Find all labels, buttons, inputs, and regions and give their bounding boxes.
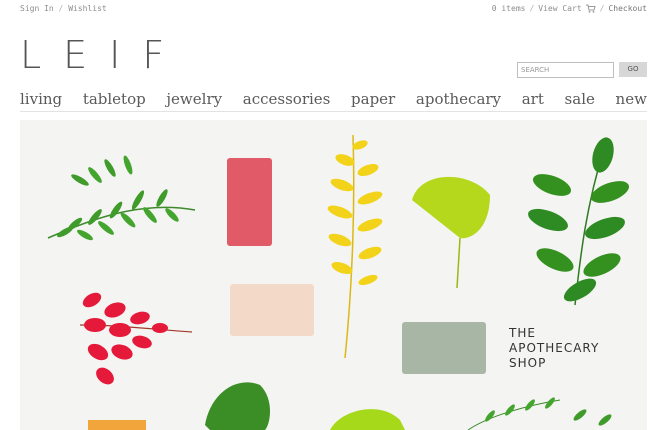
cart-links: 0 items / View Cart / Checkout bbox=[492, 4, 647, 13]
hero-line-3: SHOP bbox=[509, 356, 547, 370]
view-cart-link[interactable]: View Cart bbox=[538, 4, 581, 13]
nav-item-art[interactable]: art bbox=[522, 90, 544, 108]
nav-item-living[interactable]: living bbox=[20, 90, 62, 108]
green-leaf-image bbox=[205, 382, 270, 430]
hero-artwork bbox=[47, 134, 630, 430]
separator: / bbox=[58, 4, 64, 13]
sign-in-link[interactable]: Sign In bbox=[20, 4, 54, 13]
lime-leaf-image bbox=[330, 409, 405, 430]
small-fern-image bbox=[467, 397, 612, 430]
separator: / bbox=[599, 4, 605, 13]
nav-item-apothecary[interactable]: apothecary bbox=[416, 90, 501, 108]
main-navigation: living tabletop jewelry accessories pape… bbox=[20, 87, 647, 112]
hero-line-1: THE bbox=[509, 326, 536, 340]
cream-soap-image bbox=[230, 284, 314, 336]
search-go-button[interactable]: GO bbox=[619, 62, 647, 77]
account-links: Sign In / Wishlist bbox=[20, 4, 107, 13]
site-logo[interactable]: LEIF bbox=[20, 36, 186, 74]
separator: / bbox=[529, 4, 535, 13]
nav-item-sale[interactable]: sale bbox=[565, 90, 595, 108]
nav-item-paper[interactable]: paper bbox=[351, 90, 395, 108]
green-leaf-branch-image bbox=[528, 137, 630, 306]
nav-item-jewelry[interactable]: jewelry bbox=[166, 90, 222, 108]
hero-caption: THE APOTHECARY SHOP bbox=[509, 326, 599, 371]
hero-line-2: APOTHECARY bbox=[509, 341, 600, 355]
orange-soap-image bbox=[88, 420, 146, 430]
checkout-link[interactable]: Checkout bbox=[608, 4, 647, 13]
hero-banner[interactable]: THE APOTHECARY SHOP bbox=[20, 120, 647, 430]
sage-soap-image bbox=[402, 322, 486, 374]
ginkgo-leaf-image bbox=[412, 176, 490, 289]
pink-soap-image bbox=[227, 158, 272, 246]
green-fern-image bbox=[47, 155, 196, 241]
cart-icon[interactable] bbox=[585, 4, 596, 13]
nav-item-accessories[interactable]: accessories bbox=[243, 90, 331, 108]
wishlist-link[interactable]: Wishlist bbox=[68, 4, 107, 13]
red-flower-image bbox=[79, 292, 193, 385]
yellow-leaf-image bbox=[327, 134, 383, 359]
nav-item-tabletop[interactable]: tabletop bbox=[83, 90, 146, 108]
search-input[interactable]: SEARCH bbox=[517, 62, 614, 78]
nav-item-new[interactable]: new bbox=[616, 90, 647, 108]
cart-items-count[interactable]: 0 items bbox=[492, 4, 526, 13]
